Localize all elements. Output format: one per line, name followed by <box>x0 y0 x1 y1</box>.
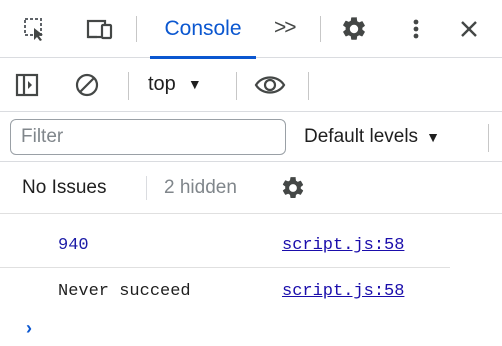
divider <box>128 72 129 100</box>
console-message: 940 script.js:58 <box>0 222 450 268</box>
chevron-down-icon: ▼ <box>426 129 440 145</box>
console-message-source-link[interactable]: script.js:58 <box>282 282 404 301</box>
device-toolbar-icon[interactable] <box>86 16 114 42</box>
divider <box>308 72 309 100</box>
divider <box>488 124 489 152</box>
settings-gear-icon[interactable] <box>340 15 368 43</box>
divider <box>236 72 237 100</box>
issues-bar: No Issues 2 hidden <box>0 162 502 214</box>
inspect-element-icon[interactable] <box>22 16 48 42</box>
hidden-issues-count: 2 hidden <box>164 177 237 199</box>
console-toolbar: top ▼ <box>0 58 502 112</box>
filter-bar: Default levels ▼ <box>0 112 502 162</box>
issues-status[interactable]: No Issues <box>22 177 106 199</box>
console-message-source-link[interactable]: script.js:58 <box>282 236 404 255</box>
devtools-tab-bar: Console >> <box>0 0 502 58</box>
divider <box>136 16 137 42</box>
issues-gear-icon[interactable] <box>280 175 306 201</box>
sidebar-toggle-icon[interactable] <box>14 72 40 98</box>
log-levels-label: Default levels <box>304 126 418 148</box>
console-message: Never succeed script.js:58 <box>0 268 450 314</box>
divider <box>146 176 147 200</box>
console-message-text: Never succeed <box>58 282 191 301</box>
divider <box>320 16 321 42</box>
tab-console-label: Console <box>164 17 241 41</box>
clear-console-icon[interactable] <box>74 72 100 98</box>
more-vertical-icon[interactable] <box>410 16 422 42</box>
filter-input[interactable] <box>10 119 286 155</box>
chevron-down-icon: ▼ <box>188 76 202 92</box>
console-message-text: 940 <box>58 236 89 255</box>
log-levels-dropdown[interactable]: Default levels ▼ <box>304 119 440 155</box>
more-tabs-button[interactable]: >> <box>274 16 295 40</box>
close-icon[interactable] <box>458 18 480 40</box>
context-selector[interactable]: top ▼ <box>148 68 202 100</box>
console-prompt-chevron-icon[interactable]: › <box>26 318 32 339</box>
live-expression-eye-icon[interactable] <box>254 72 286 98</box>
tab-console[interactable]: Console <box>150 0 256 58</box>
context-value: top <box>148 73 176 96</box>
